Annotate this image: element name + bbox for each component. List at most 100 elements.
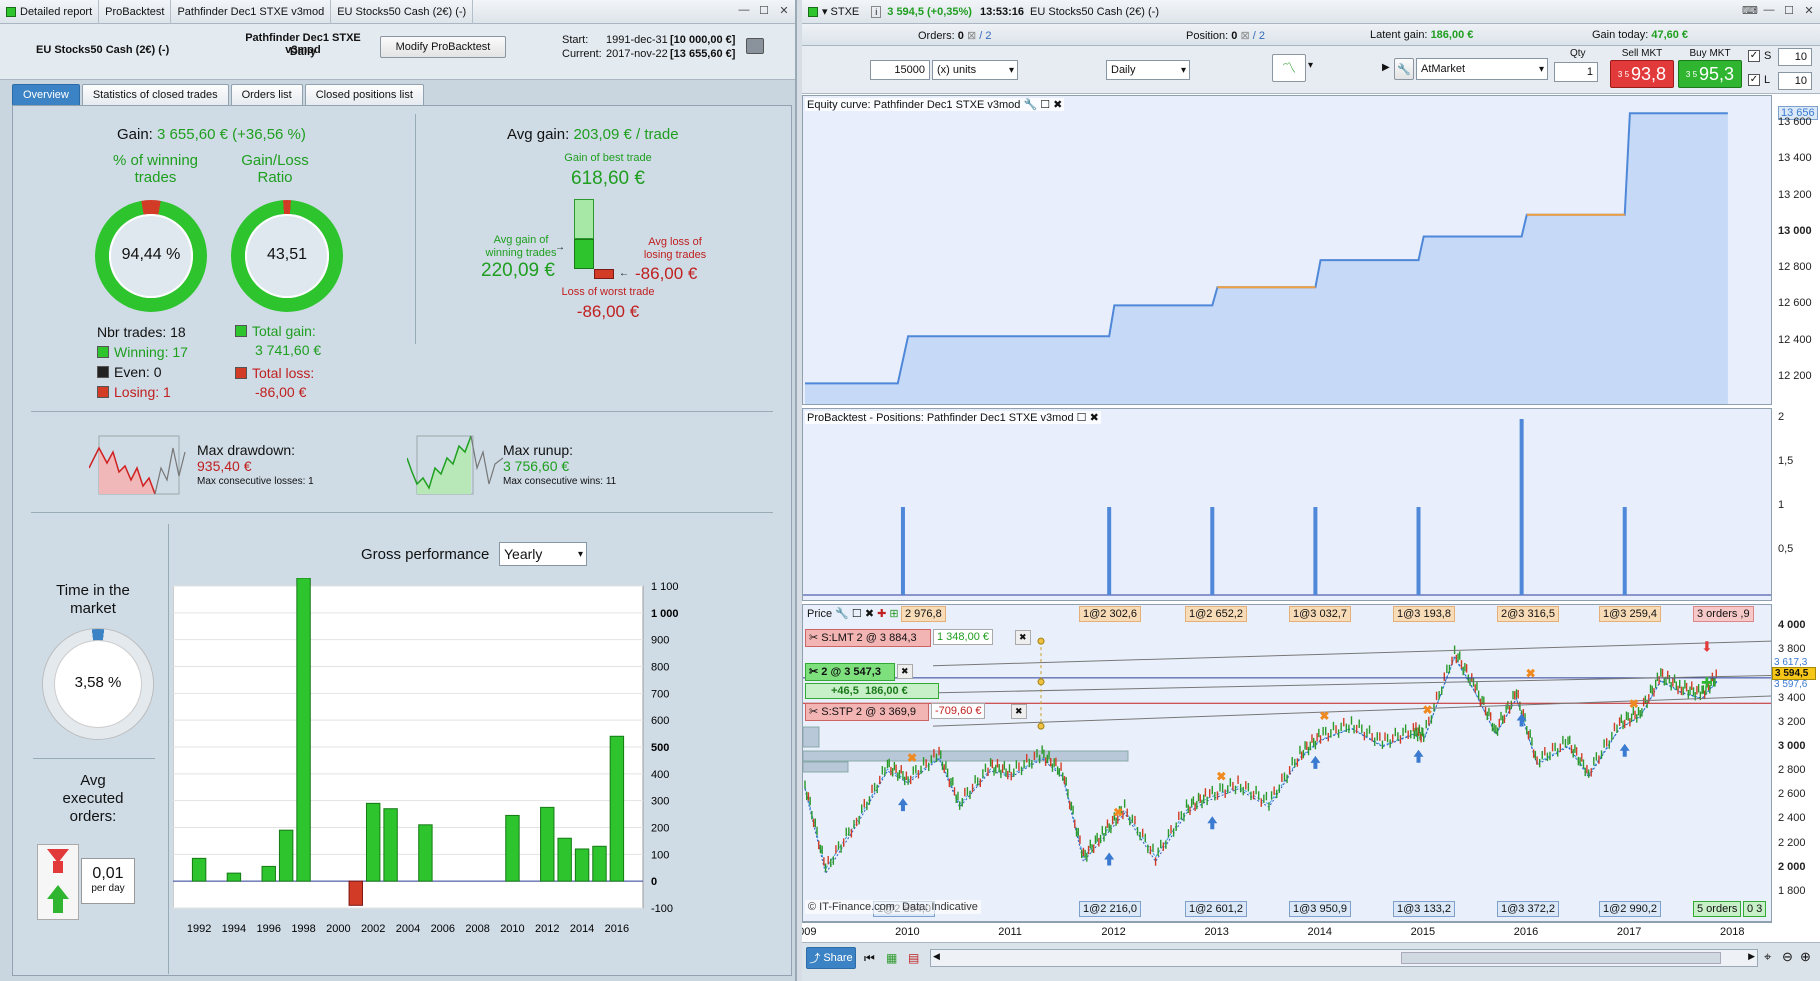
time-axis-tick: 2014 xyxy=(1307,926,1333,938)
symbol-dropdown-icon[interactable]: ▾ xyxy=(822,5,828,18)
sell-stop-order[interactable]: ✂ S:STP 2 @ 3 369,9 xyxy=(805,703,929,721)
equity-ytick: 12 200 xyxy=(1778,369,1812,382)
qty-input[interactable]: 1 xyxy=(1554,62,1598,82)
scroll-left-icon[interactable]: ◀ xyxy=(933,951,940,962)
buy-arrow-marker xyxy=(1413,749,1424,763)
positions-title: ProBacktest - Positions: Pathfinder Dec1… xyxy=(805,411,1101,424)
position-bar xyxy=(1622,507,1627,595)
expand-toolbar-icon[interactable]: ▶ xyxy=(1382,62,1390,73)
chart-type-button[interactable]: 〽 xyxy=(1272,54,1306,82)
titlebar-tab-instrument[interactable]: EU Stocks50 Cash (2€) (-) xyxy=(331,0,474,24)
keyboard-icon[interactable]: ⌨ xyxy=(1742,4,1758,17)
gross-bar xyxy=(296,578,311,882)
it-finance-watermark: © IT-Finance.com xyxy=(808,901,895,913)
gross-bar xyxy=(226,872,242,882)
positions-window-icon[interactable]: ☐ xyxy=(1077,412,1087,424)
tab-orders-list[interactable]: Orders list xyxy=(230,84,303,105)
gain-today-value: 47,60 € xyxy=(1651,29,1689,41)
minimize-icon[interactable]: — xyxy=(737,4,751,17)
equity-ytick: 12 400 xyxy=(1778,333,1812,346)
stop-scissors-icon[interactable]: ✂ xyxy=(809,706,818,718)
price-add-icon[interactable]: ✚ xyxy=(877,608,886,620)
position-value: 0 xyxy=(1231,30,1238,42)
maximize-icon[interactable]: ☐ xyxy=(1782,4,1796,17)
price-ytick: 2 400 xyxy=(1778,812,1806,825)
horizontal-scrollbar[interactable]: ◀ ▶ xyxy=(930,949,1758,967)
price-settings-icon[interactable]: 🔧 xyxy=(835,608,849,620)
avg-gain-win-value: 220,09 € xyxy=(481,260,555,281)
indicators-icon[interactable]: ▦ xyxy=(886,951,897,965)
sell-limit-cancel-icon[interactable]: ✖ xyxy=(1015,630,1031,645)
position-scissors-icon[interactable]: ✂ xyxy=(809,666,818,678)
chart-type-dropdown-icon[interactable]: ▾ xyxy=(1308,60,1313,71)
price-zoom-icon[interactable]: ⊞ xyxy=(889,608,898,620)
symbol[interactable]: STXE xyxy=(831,6,860,18)
equity-close-icon[interactable]: ✖ xyxy=(1053,99,1062,111)
close-icon[interactable]: ✕ xyxy=(777,4,791,17)
titlebar-tab-probacktest[interactable]: ProBacktest xyxy=(99,0,172,24)
price-change: 3 594,5 (+0,35%) xyxy=(887,5,972,18)
gross-performance-select[interactable]: Yearly xyxy=(499,542,587,566)
zoom-in-icon[interactable]: ⊕ xyxy=(1800,949,1811,965)
divider-1 xyxy=(31,411,773,412)
tab-statistics[interactable]: Statistics of closed trades xyxy=(81,84,229,105)
units-type-select[interactable]: (x) units xyxy=(932,60,1018,80)
gl-ratio-label: Gain/Loss Ratio xyxy=(241,152,309,186)
position-reset-icon[interactable]: ⊠ xyxy=(1240,30,1249,42)
titlebar-tab-system[interactable]: Pathfinder Dec1 STXE v3mod xyxy=(171,0,332,24)
stop-input[interactable]: 10 xyxy=(1778,48,1812,66)
order-handle-dot xyxy=(1037,678,1045,686)
equity-window-icon[interactable]: ☐ xyxy=(1040,99,1050,111)
sell-mkt-button[interactable]: 3 5 93,8 xyxy=(1610,60,1674,88)
gain-summary: Gain: 3 655,60 € (+36,56 %) xyxy=(117,126,306,143)
modify-probacktest-button[interactable]: Modify ProBacktest xyxy=(380,36,506,58)
maximize-icon[interactable]: ☐ xyxy=(757,4,771,17)
crosshair-icon[interactable]: ⌖ xyxy=(1764,949,1771,965)
minimize-icon[interactable]: — xyxy=(1762,4,1776,17)
scrollbar-thumb[interactable] xyxy=(1401,952,1721,964)
chart-menu-icon[interactable] xyxy=(808,6,818,17)
scroll-right-icon[interactable]: ▶ xyxy=(1748,951,1755,962)
info-icon[interactable]: i xyxy=(871,5,882,18)
sell-limit-order[interactable]: ✂ S:LMT 2 @ 3 884,3 xyxy=(805,629,931,647)
price-close-icon[interactable]: ✖ xyxy=(865,608,874,620)
close-icon[interactable]: ✕ xyxy=(1802,4,1816,17)
positions-y-axis: 2 1,5 1 0,5 xyxy=(1772,408,1820,601)
share-button[interactable]: ⤴ Share xyxy=(806,947,856,969)
sell-stop-cancel-icon[interactable]: ✖ xyxy=(1011,704,1027,719)
buy-mkt-button[interactable]: 3 5 95,3 xyxy=(1678,60,1742,88)
drawing-tools-icon[interactable]: ▤ xyxy=(908,951,919,965)
limit-checkbox[interactable]: ✓ xyxy=(1748,74,1760,86)
max-runup-label: Max runup: xyxy=(503,442,574,458)
equity-settings-icon[interactable]: 🔧 xyxy=(1023,99,1037,111)
units-input[interactable]: 15000 xyxy=(870,60,930,80)
printer-icon[interactable] xyxy=(746,38,764,54)
stop-checkbox[interactable]: ✓ xyxy=(1748,50,1760,62)
gross-ytick: 900 xyxy=(651,635,669,647)
latent-label: Latent gain: xyxy=(1370,29,1428,41)
gross-performance-chart: 1 1001 0009008007006005004003002001000-1… xyxy=(173,578,679,935)
zoom-out-icon[interactable]: ⊖ xyxy=(1782,949,1793,965)
gross-bar xyxy=(348,880,363,906)
tab-overview[interactable]: Overview xyxy=(12,84,80,105)
period-select[interactable]: Daily xyxy=(1106,60,1190,80)
order-type-select[interactable]: AtMarket xyxy=(1416,58,1548,80)
positions-close-icon[interactable]: ✖ xyxy=(1090,412,1099,424)
buy-arrow-marker xyxy=(1310,755,1321,769)
price-window-icon[interactable]: ☐ xyxy=(852,608,862,620)
avg-orders-box: 0,01 per day xyxy=(81,858,135,904)
position-tag[interactable]: ✂ 2 @ 3 547,3 xyxy=(805,663,895,681)
replay-icon[interactable]: ⏮ xyxy=(864,951,875,966)
tab-closed-positions[interactable]: Closed positions list xyxy=(304,84,424,105)
titlebar-tab-detailed-report[interactable]: Detailed report xyxy=(0,0,100,24)
gross-xtick: 2004 xyxy=(396,923,420,935)
position-close-icon[interactable]: ✖ xyxy=(897,664,913,679)
price-ytick: 3 200 xyxy=(1778,715,1806,728)
overview-panel: Gain: 3 655,60 € (+36,56 %) % of winning… xyxy=(12,105,792,976)
total-gain-icon xyxy=(235,325,247,337)
worst-trade-value: -86,00 € xyxy=(576,302,640,321)
limit-input[interactable]: 10 xyxy=(1778,72,1812,90)
orders-reset-icon[interactable]: ⊠ xyxy=(967,30,976,42)
order-scissors-icon[interactable]: ✂ xyxy=(809,632,818,644)
wrench-icon[interactable]: 🔧 xyxy=(1394,58,1414,80)
